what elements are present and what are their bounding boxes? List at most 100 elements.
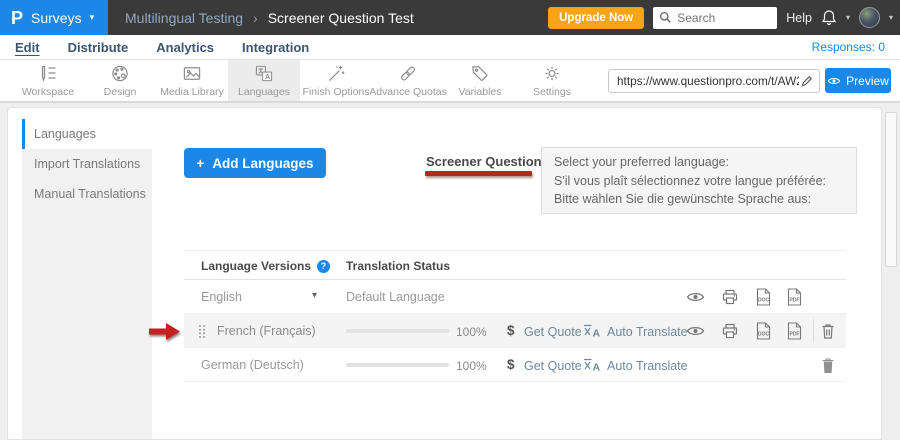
topbar-actions: Upgrade Now Help ▾ ▾	[548, 0, 893, 35]
sidebar-item-import-translations[interactable]: Import Translations	[22, 149, 152, 179]
language-row-french: French (Français) 100% $ Get Quote A Aut…	[184, 314, 846, 348]
product-switcher-label: Surveys	[31, 10, 82, 26]
tab-distribute[interactable]: Distribute	[68, 40, 129, 55]
media-library-icon	[182, 64, 202, 83]
screener-line-german: Bitte wählen Sie die gewünschte Sprache …	[554, 192, 844, 206]
toolbar-item-finish-options[interactable]: Finish Options	[300, 60, 372, 101]
questionpro-logo: P	[11, 9, 23, 27]
divider	[813, 319, 814, 343]
chevron-down-icon[interactable]: ▾	[846, 13, 850, 22]
export-doc-icon[interactable]: DOC	[755, 322, 771, 340]
help-question-icon[interactable]: ?	[317, 260, 330, 273]
chevron-down-icon: ▾	[90, 12, 95, 23]
chevron-down-icon[interactable]: ▾	[312, 290, 317, 301]
export-pdf-icon[interactable]: PDF	[786, 322, 802, 340]
svg-text:PDF: PDF	[790, 298, 800, 304]
auto-translate-icon: A	[583, 324, 601, 338]
svg-text:A: A	[593, 328, 601, 339]
toolbar-item-advance-quotas[interactable]: Advance Quotas	[372, 60, 444, 101]
dollar-icon[interactable]: $	[507, 357, 515, 372]
breadcrumb-survey-link[interactable]: Multilingual Testing	[125, 10, 243, 26]
workspace-icon	[38, 64, 58, 83]
breadcrumb-separator: ›	[253, 10, 258, 26]
export-pdf-icon[interactable]: PDF	[786, 288, 802, 306]
translation-progress-bar	[346, 363, 449, 367]
view-eye-icon[interactable]	[686, 291, 705, 303]
auto-translate-link[interactable]: Auto Translate	[607, 359, 688, 373]
edit-toolbar: Workspace Design Media Library A Languag…	[0, 60, 900, 103]
toolbar-item-variables[interactable]: Variables	[444, 60, 516, 101]
svg-text:A: A	[593, 362, 601, 373]
delete-trash-icon[interactable]	[821, 323, 835, 339]
annotation-red-underline	[425, 171, 532, 176]
product-switcher[interactable]: P Surveys ▾	[0, 0, 108, 35]
print-icon[interactable]	[722, 323, 738, 339]
scrollbar-thumb[interactable]	[885, 112, 897, 267]
language-name[interactable]: German (Deutsch)	[201, 358, 304, 372]
add-languages-button[interactable]: + Add Languages	[184, 148, 326, 178]
survey-nav: Edit Distribute Analytics Integration Re…	[0, 35, 900, 60]
default-language-label: Default Language	[346, 290, 445, 304]
export-doc-icon[interactable]: DOC	[755, 288, 771, 306]
screener-question-preview-box: Select your preferred language: S'il vou…	[541, 147, 857, 214]
settings-gear-icon	[542, 64, 562, 83]
language-row-german: German (Deutsch) 100% $ Get Quote A Auto…	[184, 348, 846, 382]
advance-quotas-links-icon	[398, 64, 418, 83]
screener-line-english: Select your preferred language:	[554, 155, 844, 169]
survey-url-input[interactable]	[609, 74, 801, 88]
tab-analytics[interactable]: Analytics	[156, 40, 214, 55]
drag-handle-icon[interactable]	[198, 324, 206, 339]
svg-text:PDF: PDF	[790, 332, 800, 338]
chevron-down-icon[interactable]: ▾	[889, 13, 893, 22]
toolbar-item-media-library[interactable]: Media Library	[156, 60, 228, 101]
print-icon[interactable]	[722, 289, 738, 305]
upgrade-now-button[interactable]: Upgrade Now	[548, 7, 644, 29]
preview-button[interactable]: Preview	[825, 68, 891, 93]
responses-count[interactable]: Responses: 0	[812, 40, 885, 54]
sidebar-item-manual-translations[interactable]: Manual Translations	[22, 179, 152, 209]
plus-icon: +	[196, 156, 204, 171]
search-icon	[659, 11, 672, 24]
languages-icon: A	[254, 64, 274, 83]
sidebar-item-languages[interactable]: Languages	[22, 119, 152, 149]
language-name[interactable]: English	[201, 290, 242, 304]
languages-panel: Languages Import Translations Manual Tra…	[7, 107, 882, 440]
help-link[interactable]: Help	[786, 11, 812, 25]
variables-tag-icon	[470, 64, 490, 83]
toolbar-item-settings[interactable]: Settings	[516, 60, 588, 101]
language-versions-table: Language Versions ? Translation Status E…	[184, 250, 846, 382]
translation-progress-bar	[346, 329, 449, 333]
dollar-icon[interactable]: $	[507, 323, 515, 338]
view-eye-icon[interactable]	[686, 325, 705, 337]
finish-options-wand-icon	[326, 64, 346, 83]
notifications-bell-icon[interactable]	[821, 9, 837, 26]
svg-text:A: A	[265, 72, 270, 80]
tab-edit[interactable]: Edit	[15, 40, 40, 55]
get-quote-link[interactable]: Get Quote	[524, 359, 582, 373]
delete-trash-icon[interactable]	[821, 357, 835, 373]
tab-integration[interactable]: Integration	[242, 40, 309, 55]
auto-translate-icon: A	[583, 358, 601, 372]
progress-percent: 100%	[456, 359, 487, 373]
edit-url-pencil-icon[interactable]	[801, 75, 819, 87]
screener-line-french: S'il vous plaît sélectionnez votre langu…	[554, 174, 844, 188]
page-background: Languages Import Translations Manual Tra…	[0, 103, 900, 440]
toolbar-item-design[interactable]: Design	[84, 60, 156, 101]
language-row-english: English ▾ Default Language DOC PDF	[184, 280, 846, 314]
eye-icon	[827, 76, 841, 86]
header-language-versions: Language Versions	[201, 259, 311, 273]
design-palette-icon	[110, 64, 130, 83]
survey-url-field	[608, 69, 820, 93]
svg-text:DOC: DOC	[758, 298, 770, 304]
auto-translate-link[interactable]: Auto Translate	[607, 325, 688, 339]
search-input[interactable]	[677, 11, 765, 25]
page-title: Screener Question Test	[268, 10, 414, 26]
search-box[interactable]	[653, 7, 777, 29]
toolbar-item-languages[interactable]: A Languages	[228, 60, 300, 101]
language-name[interactable]: French (Français)	[217, 324, 316, 338]
get-quote-link[interactable]: Get Quote	[524, 325, 582, 339]
toolbar-item-workspace[interactable]: Workspace	[12, 60, 84, 101]
avatar[interactable]	[859, 7, 880, 28]
screener-question-label: Screener Question :	[426, 154, 550, 169]
languages-sidebar: Languages Import Translations Manual Tra…	[22, 119, 152, 439]
